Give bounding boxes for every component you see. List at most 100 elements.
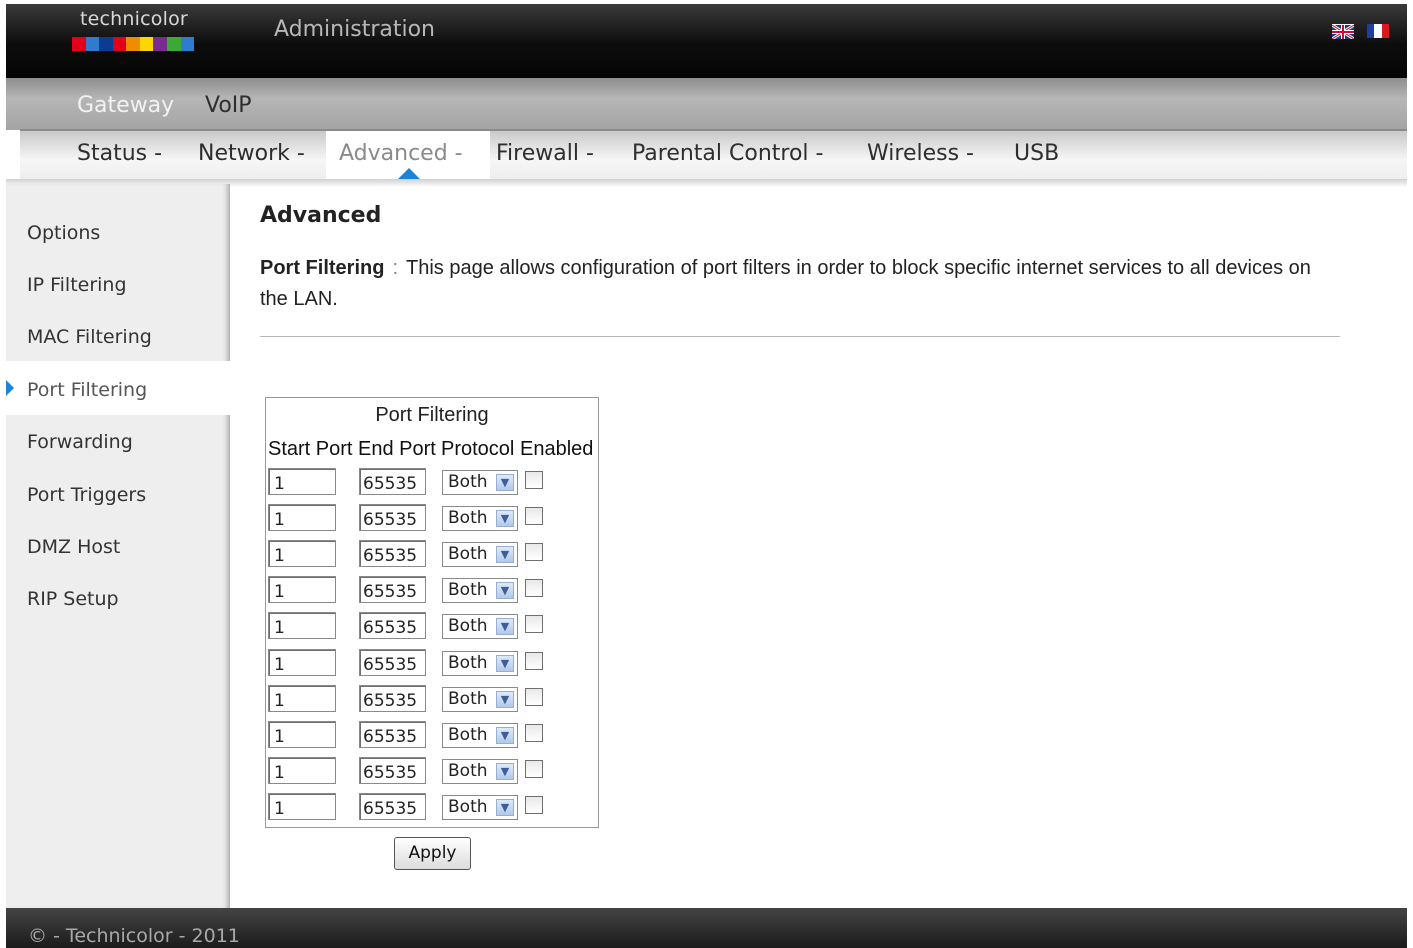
protocol-select[interactable]: Both ▼ (442, 542, 518, 568)
protocol-select[interactable]: Both ▼ (442, 506, 518, 532)
table-row: 1 65535 Both ▼ (266, 648, 598, 679)
sidebar-item-port-triggers[interactable]: Port Triggers (27, 484, 146, 506)
nav-voip[interactable]: VoIP (205, 93, 252, 118)
chevron-down-icon[interactable]: ▼ (496, 726, 514, 744)
chevron-down-icon[interactable]: ▼ (496, 798, 514, 816)
start-port-input[interactable]: 1 (268, 792, 336, 820)
nav-wireless[interactable]: Wireless - (867, 141, 974, 166)
protocol-value: Both (448, 796, 488, 817)
sidebar-item-ip-filtering[interactable]: IP Filtering (27, 274, 127, 296)
table-row: 1 65535 Both ▼ (266, 756, 598, 787)
enabled-checkbox[interactable] (525, 687, 543, 706)
sidebar-item-forwarding[interactable]: Forwarding (27, 431, 133, 453)
top-header: technicolor Administration (6, 4, 1407, 78)
port-filtering-table: Port Filtering Start Port End Port Proto… (265, 397, 599, 828)
active-tab-pointer-icon (398, 168, 420, 179)
chevron-down-icon[interactable]: ▼ (496, 582, 514, 600)
end-port-input[interactable]: 65535 (359, 648, 426, 676)
uk-flag-icon[interactable] (1331, 23, 1355, 41)
table-row: 1 65535 Both ▼ (266, 684, 598, 715)
start-port-input[interactable]: 1 (268, 576, 336, 604)
chevron-down-icon[interactable]: ▼ (496, 618, 514, 636)
fr-flag-icon[interactable] (1367, 24, 1389, 38)
end-port-input[interactable]: 65535 (359, 540, 426, 568)
start-port-input[interactable]: 1 (268, 684, 336, 712)
protocol-value: Both (448, 724, 488, 745)
table-row: 1 65535 Both ▼ (266, 468, 598, 498)
table-row: 1 65535 Both ▼ (266, 504, 598, 534)
protocol-select[interactable]: Both ▼ (442, 650, 518, 676)
start-port-input[interactable]: 1 (268, 540, 336, 568)
protocol-value: Both (448, 508, 488, 529)
enabled-checkbox[interactable] (525, 615, 543, 634)
end-port-input[interactable]: 65535 (359, 576, 426, 604)
nav-firewall[interactable]: Firewall - (496, 141, 594, 166)
protocol-select[interactable]: Both ▼ (442, 614, 518, 640)
description-text: This page allows configuration of port f… (260, 257, 1311, 310)
enabled-checkbox[interactable] (525, 579, 543, 598)
protocol-value: Both (448, 616, 488, 637)
table-caption: Port Filtering (375, 404, 489, 426)
router-admin-window: technicolor Administration Gateway VoIP … (6, 4, 1407, 948)
logo-color-stripe (72, 37, 195, 51)
protocol-select[interactable]: Both ▼ (442, 722, 518, 748)
start-port-input[interactable]: 1 (268, 612, 336, 640)
start-port-input[interactable]: 1 (268, 720, 336, 748)
end-port-input[interactable]: 65535 (359, 756, 426, 784)
enabled-checkbox[interactable] (525, 795, 543, 814)
protocol-select[interactable]: Both ▼ (442, 470, 518, 495)
nav-parental-control[interactable]: Parental Control - (632, 141, 823, 166)
chevron-down-icon[interactable]: ▼ (496, 474, 514, 491)
header-start-port: Start Port (268, 438, 353, 460)
description-label: Port Filtering (260, 257, 385, 279)
footer: © - Technicolor - 2011 (6, 908, 1407, 948)
description-colon: : (392, 257, 399, 279)
nav-advanced[interactable]: Advanced - (339, 141, 463, 166)
header-protocol: Protocol (441, 438, 515, 460)
end-port-input[interactable]: 65535 (359, 792, 426, 820)
nav-status[interactable]: Status - (77, 141, 162, 166)
sidebar-item-options[interactable]: Options (27, 222, 100, 244)
start-port-input[interactable]: 1 (268, 648, 336, 676)
enabled-checkbox[interactable] (525, 507, 543, 526)
apply-button[interactable]: Apply (394, 837, 471, 870)
chevron-down-icon[interactable]: ▼ (496, 762, 514, 780)
end-port-input[interactable]: 65535 (359, 468, 426, 495)
chevron-down-icon[interactable]: ▼ (496, 510, 514, 528)
nav-usb[interactable]: USB (1014, 141, 1059, 166)
content-divider (260, 336, 1340, 337)
header-end-port: End Port (358, 438, 436, 460)
nav-network[interactable]: Network - (198, 141, 305, 166)
table-row: 1 65535 Both ▼ (266, 612, 598, 642)
table-row: 1 65535 Both ▼ (266, 576, 598, 606)
enabled-checkbox[interactable] (525, 723, 543, 742)
enabled-checkbox[interactable] (525, 471, 543, 489)
start-port-input[interactable]: 1 (268, 504, 336, 532)
logo-text: technicolor (80, 8, 188, 30)
end-port-input[interactable]: 65535 (359, 504, 426, 532)
enabled-checkbox[interactable] (525, 543, 543, 562)
enabled-checkbox[interactable] (525, 759, 543, 778)
protocol-select[interactable]: Both ▼ (442, 578, 518, 604)
protocol-value: Both (448, 760, 488, 781)
end-port-input[interactable]: 65535 (359, 612, 426, 640)
sidebar-item-port-filtering[interactable]: Port Filtering (27, 379, 147, 401)
chevron-down-icon[interactable]: ▼ (496, 690, 514, 708)
sidebar-item-mac-filtering[interactable]: MAC Filtering (27, 326, 152, 348)
chevron-down-icon[interactable]: ▼ (496, 546, 514, 564)
technicolor-logo[interactable]: technicolor (72, 8, 196, 56)
protocol-select[interactable]: Both ▼ (442, 758, 518, 784)
protocol-select[interactable]: Both ▼ (442, 686, 518, 712)
nav-gateway[interactable]: Gateway (77, 93, 174, 118)
end-port-input[interactable]: 65535 (359, 684, 426, 712)
start-port-input[interactable]: 1 (268, 756, 336, 784)
footer-copyright: © - Technicolor - 2011 (28, 925, 240, 947)
page-header-title: Administration (274, 17, 435, 42)
protocol-select[interactable]: Both ▼ (442, 794, 518, 820)
end-port-input[interactable]: 65535 (359, 720, 426, 748)
sidebar-item-rip-setup[interactable]: RIP Setup (27, 588, 119, 610)
start-port-input[interactable]: 1 (268, 468, 336, 495)
enabled-checkbox[interactable] (525, 651, 543, 670)
chevron-down-icon[interactable]: ▼ (496, 654, 514, 672)
sidebar-item-dmz-host[interactable]: DMZ Host (27, 536, 120, 558)
